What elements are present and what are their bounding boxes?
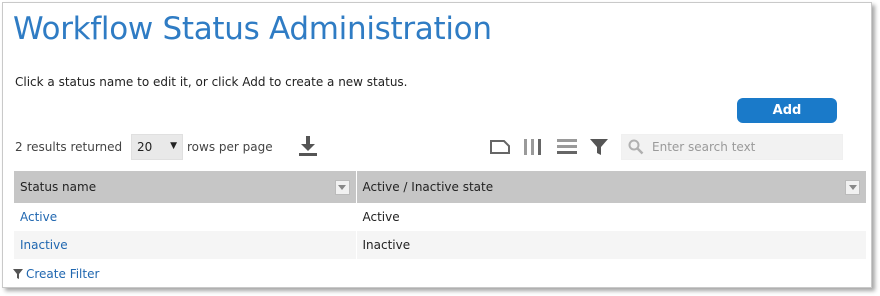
table-row: Active Active xyxy=(14,203,866,231)
download-icon[interactable] xyxy=(297,134,319,158)
results-count: 2 results returned xyxy=(15,140,123,154)
filter-funnel-icon xyxy=(13,269,23,279)
status-name-link[interactable]: Active xyxy=(20,210,57,224)
dropdown-menu-icon[interactable] xyxy=(845,180,860,195)
column-header-label: Active / Inactive state xyxy=(362,180,494,194)
instructions-text: Click a status name to edit it, or click… xyxy=(15,75,408,89)
search-icon xyxy=(628,139,644,155)
status-state-cell: Active xyxy=(362,210,400,224)
status-name-link[interactable]: Inactive xyxy=(20,238,68,252)
rows-per-page-label: rows per page xyxy=(187,140,273,154)
page-frame: Workflow Status Administration Click a s… xyxy=(2,2,872,288)
status-state-cell: Inactive xyxy=(356,231,866,259)
create-filter[interactable]: Create Filter xyxy=(12,267,99,281)
column-header-label: Status name xyxy=(20,180,97,194)
column-header-status-name[interactable]: Status name xyxy=(14,171,357,203)
page-title: Workflow Status Administration xyxy=(13,11,492,47)
columns-icon[interactable] xyxy=(489,138,511,156)
table-row: Inactive Inactive xyxy=(14,231,866,259)
rows-icon[interactable] xyxy=(523,138,543,156)
table-header-row: Status name Active / Inactive state xyxy=(14,171,866,203)
chevron-down-icon: ▼ xyxy=(170,141,177,151)
column-header-state[interactable]: Active / Inactive state xyxy=(356,171,866,203)
filter-icon[interactable] xyxy=(589,138,609,156)
rows-per-page-value: 20 xyxy=(137,140,153,154)
list-icon[interactable] xyxy=(556,138,578,156)
search-box[interactable] xyxy=(621,134,843,160)
create-filter-link[interactable]: Create Filter xyxy=(26,267,99,281)
rows-per-page-select[interactable]: 20 ▼ xyxy=(131,134,183,160)
status-table: Status name Active / Inactive state Acti… xyxy=(14,171,866,259)
dropdown-menu-icon[interactable] xyxy=(334,180,350,195)
search-input[interactable] xyxy=(652,140,837,154)
add-button[interactable]: Add xyxy=(737,98,837,123)
